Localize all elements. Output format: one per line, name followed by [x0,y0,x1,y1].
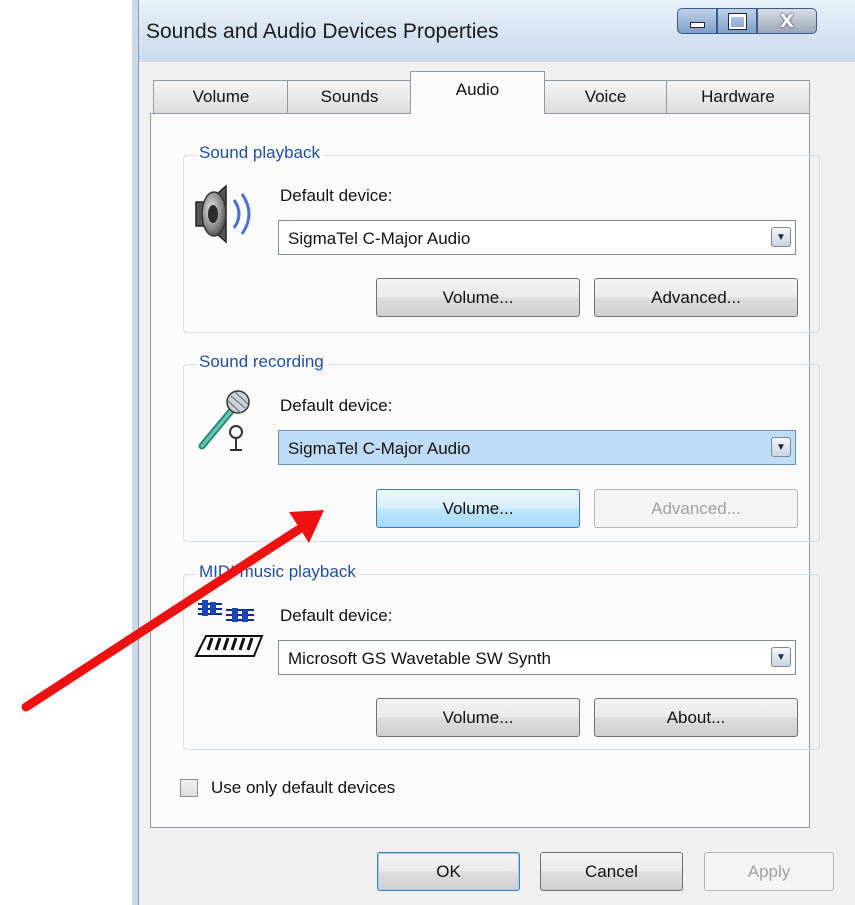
arrow-head [289,510,324,543]
arrow-shaft [21,525,303,712]
annotation-arrow [21,510,324,712]
